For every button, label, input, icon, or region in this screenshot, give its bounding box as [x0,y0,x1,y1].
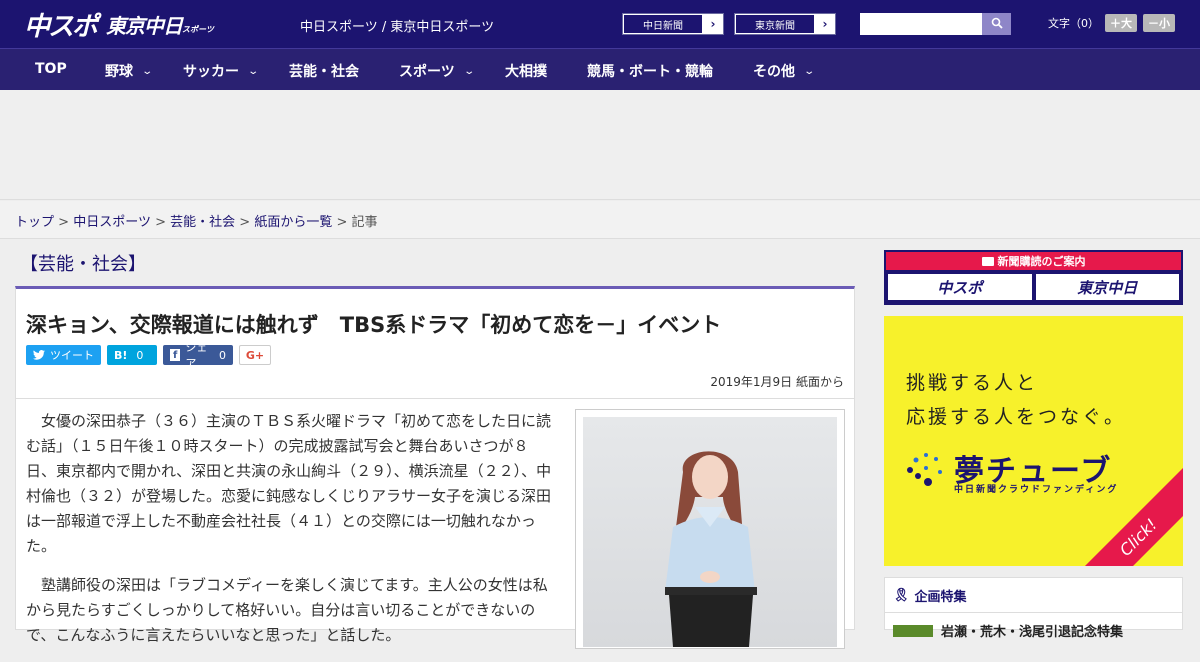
article-photo[interactable] [583,417,837,647]
site-logo[interactable]: 中スポ 東京中日 スポーツ [24,6,214,42]
yume-tagline-1: 挑戦する人と [906,372,1039,394]
chunichi-shinbun-button[interactable]: 中日新聞 › [622,13,724,35]
font-size-control: 文字（0） ＋大 －小 [1048,14,1175,32]
nav-item-entertainment[interactable]: 芸能・社会 [289,61,359,81]
nav-label: その他 [753,64,795,80]
social-share-bar: ツイート B! 0 f シェア 0 G+ [26,341,271,370]
hatena-count: 0 [136,348,144,362]
article-photo-frame [575,409,845,649]
hatena-bookmark-button[interactable]: B! 0 [107,345,157,365]
ribbon-icon: 🎗 [893,587,910,603]
article-date: 2019年1月9日 紙面から [710,375,844,389]
special-features-header: 🎗 企画特集 [885,578,1182,613]
article-header-card: 深キョン、交際報道には触れず TBS系ドラマ「初めて恋を－」イベント ツイート … [15,286,855,399]
article-category: 【芸能・社会】 [20,254,146,275]
subscribe-tokyo-chunichi-button[interactable]: 東京中日 [1035,274,1179,300]
hatena-icon: B! [114,348,128,362]
font-decrease-button[interactable]: －小 [1143,14,1175,32]
search-icon [991,17,1003,29]
breadcrumb-current: 記事 [351,215,378,230]
subscription-box: 新聞購読のご案内 中スポ 東京中日 [884,250,1183,305]
chevron-right-icon: › [822,17,828,31]
facebook-icon: f [170,349,181,361]
article-text: 女優の深田恭子（３６）主演のＴＢＳ系火曜ドラマ「初めて恋をした日に読む話」（１５… [26,409,556,662]
twitter-bird-icon [33,350,45,360]
tokyo-shinbun-button[interactable]: 東京新聞 › [734,13,836,35]
font-size-label: 文字（0） [1048,17,1099,30]
breadcrumb-paper-list[interactable]: 紙面から一覧 [254,215,332,230]
yume-tube-banner[interactable]: 挑戦する人と 応援する人をつなぐ。 夢チューブ 中日新聞クラウドファンディング … [884,316,1183,566]
breadcrumb-separator: > [239,215,251,230]
subscribe-chuspo-button[interactable]: 中スポ [888,274,1032,300]
article-headline: 深キョン、交際報道には触れず TBS系ドラマ「初めて恋を－」イベント [26,313,722,337]
yume-dots-logo-icon [907,453,942,486]
breadcrumb-entertainment[interactable]: 芸能・社会 [170,215,235,230]
special-feature-label: 岩瀬・荒木・浅尾引退記念特集 [941,625,1124,640]
article-paragraph: 女優の深田恭子（３６）主演のＴＢＳ系火曜ドラマ「初めて恋をした日に読む話」（１５… [26,412,552,555]
chevron-down-icon: ⌄ [463,65,475,77]
breadcrumb-top[interactable]: トップ [15,215,54,230]
yume-brand-sub: 中日新聞クラウドファンディング [954,485,1119,495]
site-name-link[interactable]: 中日スポーツ / 東京中日スポーツ [300,16,494,35]
chevron-down-icon: ⌄ [803,65,816,77]
facebook-share-count: 0 [219,348,226,362]
logo-tokyo-chunichi: 東京中日 [106,13,183,38]
special-feature-item[interactable]: 岩瀬・荒木・浅尾引退記念特集 [885,613,1182,648]
chevron-down-icon: ⌄ [247,65,260,77]
newspaper-icon [981,256,994,266]
special-features-box: 🎗 企画特集 岩瀬・荒木・浅尾引退記念特集 [884,577,1183,640]
nav-label: TOP [35,61,67,77]
breadcrumb: トップ > 中日スポーツ > 芸能・社会 > 紙面から一覧 > 記事 [0,201,1200,239]
nav-item-baseball[interactable]: 野球 ⌄ [105,61,154,81]
logo-sports-tag: スポーツ [182,24,214,34]
chevron-down-icon: ⌄ [141,65,154,77]
tweet-button[interactable]: ツイート [26,345,101,365]
nav-item-sumo[interactable]: 大相撲 [505,61,547,81]
ad-banner-space [0,90,1200,200]
breadcrumb-separator: > [155,215,166,230]
nav-item-top[interactable]: TOP [35,61,67,77]
article-paragraph: 塾講師役の深田は「ラブコメディーを楽しく演じてます。主人公の女性は私から見たらす… [26,576,548,644]
yume-tagline-2: 応援する人をつなぐ。 [906,406,1127,428]
breadcrumb-separator: > [336,215,348,230]
person-photo-illustration [665,451,757,647]
subscription-header: 新聞購読のご案内 [886,252,1181,270]
site-header: 中スポ 東京中日 スポーツ 中日スポーツ / 東京中日スポーツ 中日新聞 › 東… [0,0,1200,48]
facebook-share-label: シェア [185,341,208,370]
nav-item-sports[interactable]: スポーツ ⌄ [399,61,475,81]
google-plus-button[interactable]: G+ [239,345,271,365]
chevron-right-icon: › [710,17,716,31]
nav-label: サッカー [183,64,239,80]
facebook-share-button[interactable]: f シェア 0 [163,341,233,370]
nav-label: 野球 [105,64,133,80]
search-input[interactable] [860,13,982,35]
special-features-title: 企画特集 [914,589,967,605]
font-increase-button[interactable]: ＋大 [1105,14,1137,32]
subscription-title: 新聞購読のご案内 [997,255,1086,268]
logo-chuspo: 中スポ [24,11,98,42]
tokyo-shinbun-label: 東京新聞 [735,14,815,34]
nav-item-racing[interactable]: 競馬・ボート・競輪 [587,61,713,81]
search-button[interactable] [982,13,1011,35]
nav-item-soccer[interactable]: サッカー ⌄ [183,61,260,81]
nav-label: 競馬・ボート・競輪 [587,64,713,80]
breadcrumb-chunichi-sports[interactable]: 中日スポーツ [73,215,151,230]
tweet-label: ツイート [50,349,94,362]
nav-label: 大相撲 [505,64,547,80]
main-nav: TOP 野球 ⌄ サッカー ⌄ 芸能・社会 スポーツ ⌄ 大相撲 競馬・ボート・競輪 … [0,48,1200,90]
breadcrumb-separator: > [58,215,70,230]
special-feature-thumbnail [893,624,933,637]
chunichi-shinbun-label: 中日新聞 [623,14,703,34]
search-box [860,13,1011,35]
article-body: 女優の深田恭子（３６）主演のＴＢＳ系火曜ドラマ「初めて恋をした日に読む話」（１５… [15,399,855,649]
nav-item-other[interactable]: その他 ⌄ [753,61,816,81]
nav-label: 芸能・社会 [289,64,359,80]
nav-label: スポーツ [399,64,455,80]
